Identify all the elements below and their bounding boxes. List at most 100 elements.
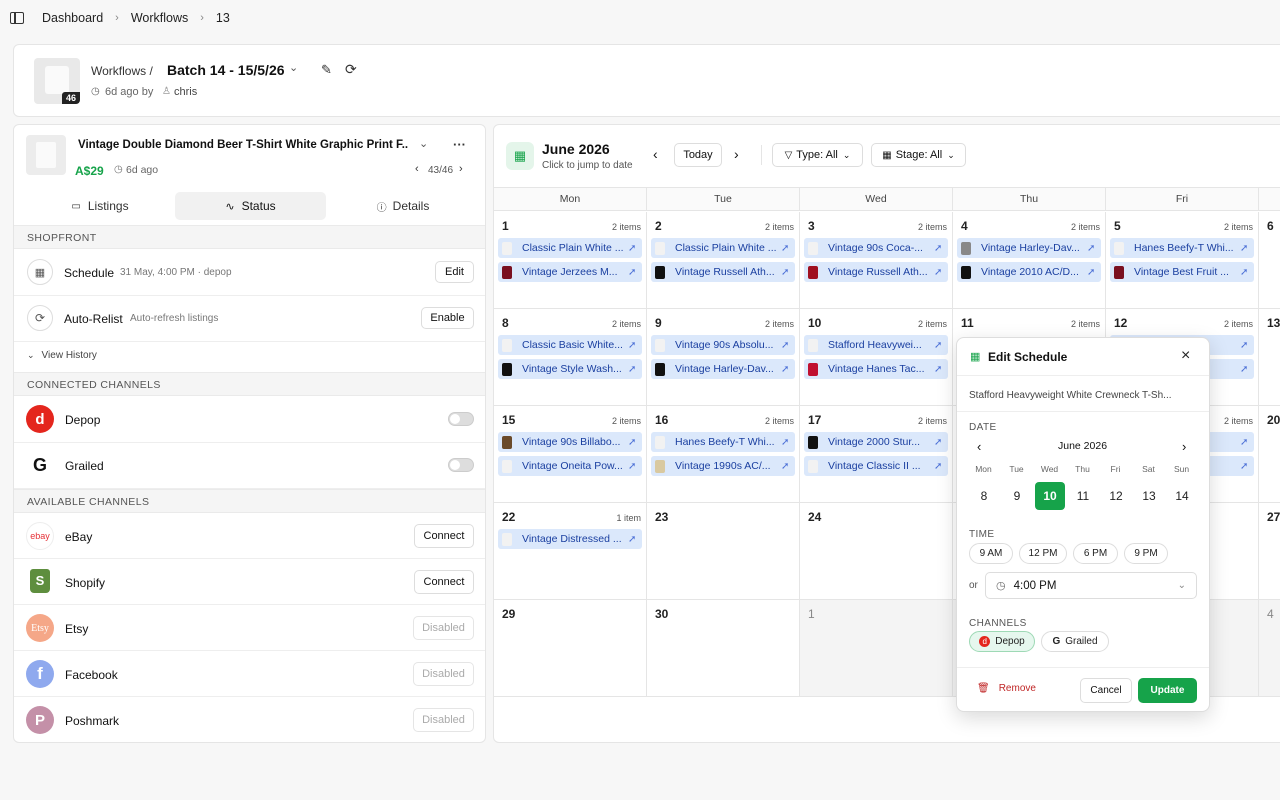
calendar-month[interactable]: June 2026 [542,141,610,157]
enable-relist-button[interactable]: Enable [421,307,474,329]
tab-status[interactable]: ∿ Status [175,192,326,220]
header-prefix[interactable]: Workflows / [91,64,153,78]
day-button[interactable]: 8 [969,482,999,510]
calendar-day-cell[interactable]: 92 items Vintage 90s Absolu... ➚ Vintage Ha… [647,309,800,406]
calendar-day-cell[interactable]: 27 [1259,503,1280,600]
day-button-selected[interactable]: 10 [1035,482,1065,510]
depop-toggle[interactable] [448,412,474,426]
time-preset-9pm[interactable]: 9 PM [1124,543,1168,564]
item-count: 2 items [1070,222,1100,232]
calendar-day-cell[interactable]: 24 [800,503,953,600]
tab-listings[interactable]: ▭ Listings [26,192,174,220]
next-month-icon[interactable]: › [1182,439,1186,454]
tab-details[interactable]: ⓘ Details [329,192,477,220]
scheduled-listing[interactable]: Vintage 2010 AC/D... ➚ [957,262,1101,282]
scheduled-listing[interactable]: Vintage Classic II ... ➚ [804,456,948,476]
listing-title: Vintage 1990s AC/... [675,460,771,472]
day-button[interactable]: 11 [1068,482,1098,510]
calendar-day-cell[interactable]: 13 [1259,309,1280,406]
scheduled-listing[interactable]: Vintage Hanes Tac... ➚ [804,359,948,379]
edit-schedule-button[interactable]: Edit [435,261,474,283]
calendar-day-cell[interactable]: 6 [1259,212,1280,309]
scheduled-listing[interactable]: Stafford Heavywei... ➚ [804,335,948,355]
scheduled-listing[interactable]: Hanes Beefy-T Whi... ➚ [1110,238,1254,258]
calendar-day-cell[interactable]: 15 2 items Vintage 90s Billabo... ➚ Vintage … [494,406,647,503]
calendar-day-cell[interactable]: 42 items Vintage Harley-Dav... ➚ Vintage 20… [953,212,1106,309]
time-select[interactable]: ◷ 4:00 PM ⌄ [985,572,1197,599]
type-filter[interactable]: ▽ Type: All ⌄ [772,143,863,167]
day-number: 5 [1114,219,1121,233]
more-options-icon[interactable]: ··· [453,137,466,152]
scheduled-listing[interactable]: Vintage Distressed ... ➚ [498,529,642,549]
connect-ebay-button[interactable]: Connect [414,524,474,548]
calendar-day-cell[interactable]: 20 [1259,406,1280,503]
calendar-day-cell[interactable]: 29 [494,600,647,697]
calendar-icon[interactable]: ▦ [506,142,534,170]
scheduled-listing[interactable]: Vintage 90s Billabo... ➚ [498,432,642,452]
calendar-day-cell[interactable]: 82 items Classic Basic White... ➚ Vintage S… [494,309,647,406]
batch-title: Batch 14 - 15/5/26 [167,62,285,78]
scheduled-listing[interactable]: Vintage Jerzees M... ➚ [498,262,642,282]
calendar-day-cell[interactable]: 32 items Vintage 90s Coca-... ➚ Vintage Rus… [800,212,953,309]
calendar-day-cell[interactable]: 22 items Classic Plain White ... ➚ Vintage … [647,212,800,309]
prev-month-icon[interactable]: ‹ [977,439,981,454]
breadcrumb-dashboard[interactable]: Dashboard [42,11,103,25]
channel-chip-depop[interactable]: d Depop [969,631,1035,652]
cancel-button[interactable]: Cancel [1080,678,1132,703]
calendar-day-cell[interactable]: 30 [647,600,800,697]
scheduled-listing[interactable]: Vintage Russell Ath... ➚ [651,262,795,282]
scheduled-listing[interactable]: Vintage Style Wash... ➚ [498,359,642,379]
update-button[interactable]: Update [1138,678,1197,703]
next-month-icon[interactable]: › [734,146,739,162]
day-button[interactable]: 12 [1101,482,1131,510]
day-button[interactable]: 9 [1002,482,1032,510]
view-history-toggle[interactable]: ⌄ View History [27,350,97,361]
calendar-day-cell[interactable]: 22 1 item Vintage Distressed ... ➚ [494,503,647,600]
close-icon[interactable]: × [1181,347,1190,365]
time-preset-12pm[interactable]: 12 PM [1019,543,1067,564]
scheduled-listing[interactable]: Classic Basic White... ➚ [498,335,642,355]
calendar-day-cell[interactable]: 4 [1259,600,1280,697]
refresh-icon[interactable]: ⟳ [345,61,357,78]
scheduled-listing[interactable]: Vintage Best Fruit ... ➚ [1110,262,1254,282]
breadcrumb-workflows[interactable]: Workflows [131,11,188,25]
edit-pencil-icon[interactable]: ✎ [321,62,332,78]
scheduled-listing[interactable]: Vintage Russell Ath... ➚ [804,262,948,282]
connect-shopify-button[interactable]: Connect [414,570,474,594]
calendar-day-cell[interactable]: 23 [647,503,800,600]
scheduled-listing[interactable]: Vintage Harley-Dav... ➚ [957,238,1101,258]
chevron-down-icon[interactable]: ⌄ [419,137,428,150]
calendar-day-cell[interactable]: 10 2 items Stafford Heavywei... ➚ Vintage Ha… [800,309,953,406]
calendar-day-cell[interactable]: 52 items Hanes Beefy-T Whi... ➚ Vintage Bes… [1106,212,1259,309]
chevron-down-icon[interactable]: ⌄ [289,61,298,74]
prev-product-icon[interactable]: ‹ [415,163,419,175]
next-product-icon[interactable]: › [459,163,463,175]
today-button[interactable]: Today [674,143,722,167]
day-button[interactable]: 13 [1134,482,1164,510]
time-preset-9am[interactable]: 9 AM [969,543,1013,564]
stage-filter[interactable]: ▦ Stage: All ⌄ [871,143,966,167]
scheduled-listing[interactable]: Vintage Oneita Pow... ➚ [498,456,642,476]
scheduled-listing[interactable]: Vintage 2000 Stur... ➚ [804,432,948,452]
scheduled-listing[interactable]: Hanes Beefy-T Whi... ➚ [651,432,795,452]
rocket-icon: ➚ [628,460,637,472]
scheduled-listing[interactable]: Classic Plain White ... ➚ [651,238,795,258]
scheduled-listing[interactable]: Classic Plain White ... ➚ [498,238,642,258]
shirt-thumbnail [655,459,665,473]
prev-month-icon[interactable]: ‹ [653,146,658,162]
time-preset-6pm[interactable]: 6 PM [1073,543,1118,564]
calendar-day-cell[interactable]: 1 [800,600,953,697]
weekday-label: Tue [647,188,800,210]
scheduled-listing[interactable]: Vintage 90s Absolu... ➚ [651,335,795,355]
calendar-day-cell[interactable]: 16 2 items Hanes Beefy-T Whi... ➚ Vintage 19… [647,406,800,503]
scheduled-listing[interactable]: Vintage 90s Coca-... ➚ [804,238,948,258]
sidebar-toggle-icon[interactable] [10,12,24,24]
calendar-day-cell[interactable]: 12 items Classic Plain White ... ➚ Vintage … [494,212,647,309]
grailed-toggle[interactable] [448,458,474,472]
scheduled-listing[interactable]: Vintage Harley-Dav... ➚ [651,359,795,379]
channel-chip-grailed[interactable]: G Grailed [1041,631,1109,652]
scheduled-listing[interactable]: Vintage 1990s AC/... ➚ [651,456,795,476]
day-button[interactable]: 14 [1167,482,1197,510]
calendar-day-cell[interactable]: 17 2 items Vintage 2000 Stur... ➚ Vintage Cl… [800,406,953,503]
remove-button[interactable]: 🗑 Remove [977,683,1036,694]
